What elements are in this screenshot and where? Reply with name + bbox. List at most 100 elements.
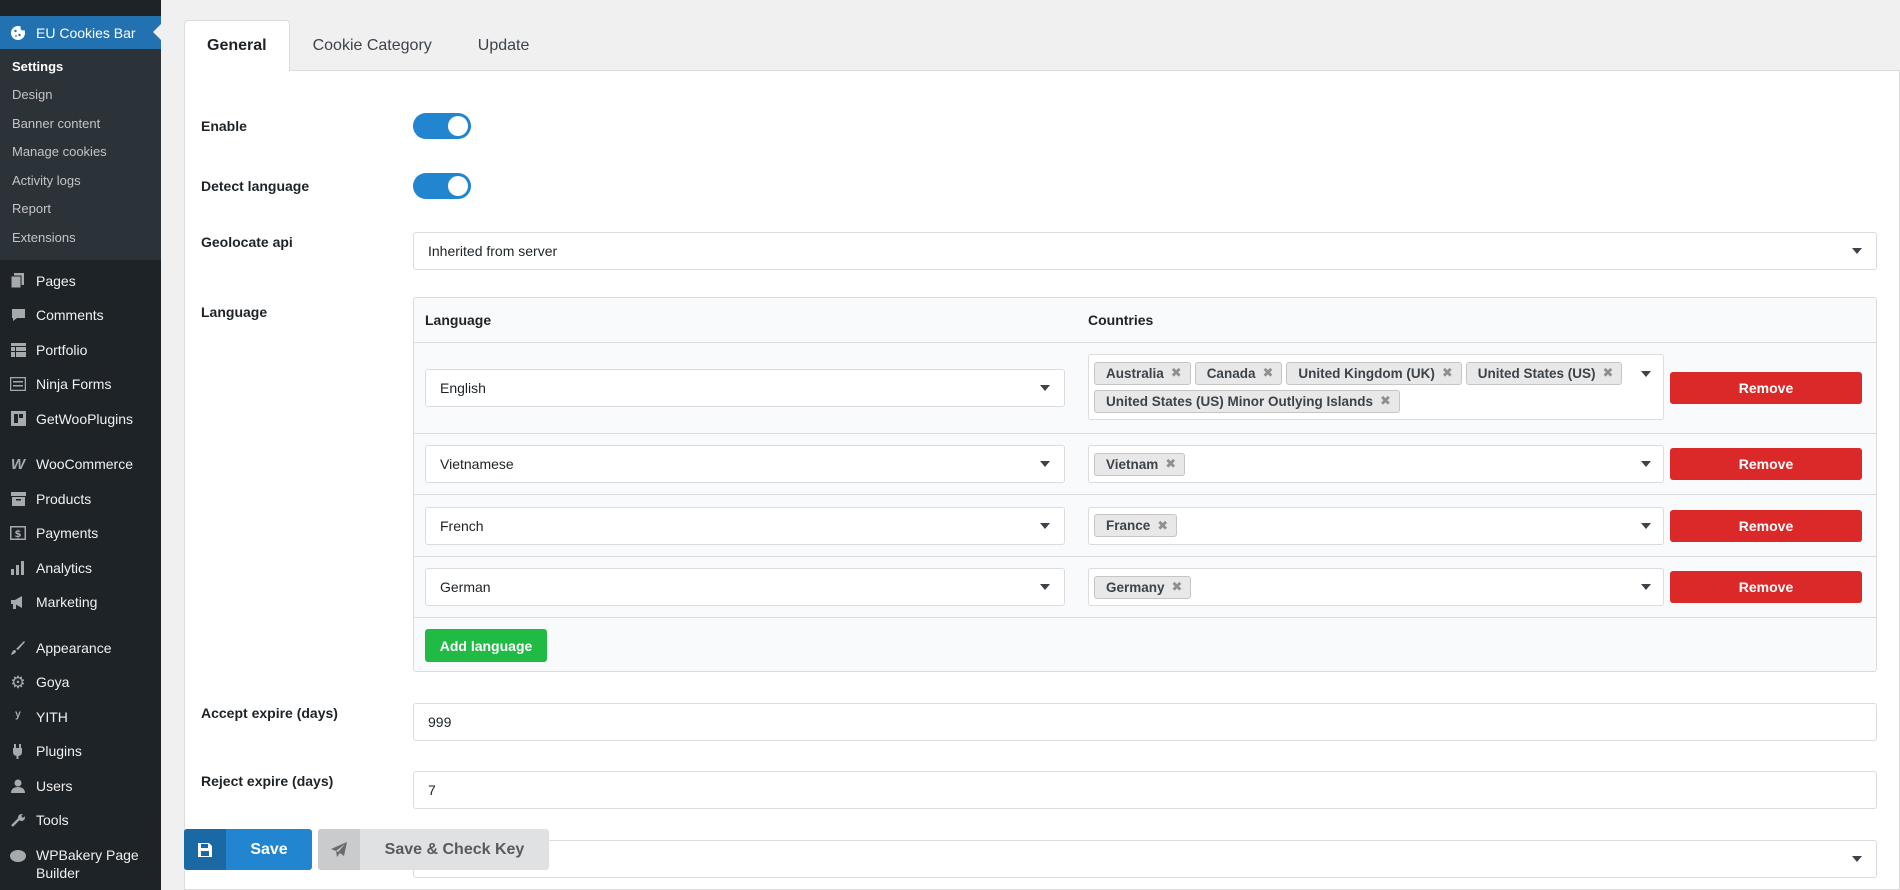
tools-icon xyxy=(10,812,26,828)
save-check-key-button[interactable]: Save & Check Key xyxy=(318,829,549,870)
sidebar-item-ninja-forms[interactable]: Ninja Forms xyxy=(0,367,161,402)
countries-select[interactable]: Vietnam ✖ xyxy=(1088,445,1664,483)
country-chip: Australia ✖ xyxy=(1094,361,1191,385)
close-icon[interactable]: ✖ xyxy=(1442,365,1453,381)
goya-icon: ⚙ xyxy=(10,672,26,692)
marketing-icon xyxy=(10,594,26,610)
reject-expire-label: Reject expire (days) xyxy=(201,773,334,789)
detect-language-label: Detect language xyxy=(201,178,310,194)
chevron-down-icon xyxy=(1641,461,1651,467)
payments-icon: $ xyxy=(10,525,26,541)
chevron-down-icon xyxy=(1852,248,1862,254)
submenu-item-settings[interactable]: Settings xyxy=(0,52,161,81)
sidebar-item-users[interactable]: Users xyxy=(0,769,161,804)
wpbakery-icon xyxy=(10,848,26,864)
chip-label: Vietnam xyxy=(1106,456,1159,472)
plugins-icon xyxy=(10,743,26,759)
language-value: French xyxy=(440,517,484,534)
sidebar-item-comments[interactable]: Comments xyxy=(0,298,161,333)
submenu-item-banner-content[interactable]: Banner content xyxy=(0,109,161,138)
header-language: Language xyxy=(425,312,492,328)
chevron-down-icon xyxy=(1641,584,1651,590)
country-chip: France ✖ xyxy=(1094,514,1178,537)
sidebar-item-plugins[interactable]: Plugins xyxy=(0,734,161,769)
chip-label: Australia xyxy=(1106,365,1164,381)
getwooplugins-icon xyxy=(10,411,26,427)
yith-icon: ʸ xyxy=(15,708,21,726)
products-icon xyxy=(10,491,26,507)
language-select[interactable]: French xyxy=(425,506,1065,545)
close-icon[interactable]: ✖ xyxy=(1165,456,1176,472)
table-row: English Australia ✖ Canada ✖ United Kingdo… xyxy=(414,343,1876,434)
sidebar-item-wpbakery[interactable]: WPBakery Page Builder xyxy=(0,838,161,884)
sidebar-item-goya[interactable]: ⚙ Goya xyxy=(0,665,161,700)
paper-plane-icon xyxy=(318,829,360,870)
close-icon[interactable]: ✖ xyxy=(1603,365,1614,381)
sidebar-item-yith[interactable]: ʸ YITH xyxy=(0,700,161,735)
language-label: Language xyxy=(201,304,268,320)
language-select[interactable]: Vietnamese xyxy=(425,445,1065,483)
sidebar-item-woocommerce[interactable]: W WooCommerce xyxy=(0,447,161,482)
countries-select[interactable]: Germany ✖ xyxy=(1088,568,1664,606)
remove-button[interactable]: Remove xyxy=(1670,448,1862,480)
accept-expire-input[interactable]: 999 xyxy=(413,703,1877,741)
close-icon[interactable]: ✖ xyxy=(1380,393,1391,409)
tab-update[interactable]: Update xyxy=(455,20,553,70)
close-icon[interactable]: ✖ xyxy=(1262,365,1273,381)
language-row: Language xyxy=(201,304,413,320)
chevron-down-icon xyxy=(1040,385,1050,391)
sidebar-item-payments[interactable]: $ Payments xyxy=(0,516,161,551)
language-select[interactable]: English xyxy=(425,369,1065,407)
geolocate-row: Geolocate api Inherited from server xyxy=(201,232,1877,270)
save-check-key-label: Save & Check Key xyxy=(384,840,525,858)
remove-button[interactable]: Remove xyxy=(1670,372,1862,404)
submenu-item-extensions[interactable]: Extensions xyxy=(0,223,161,252)
tab-cookie-category[interactable]: Cookie Category xyxy=(290,20,455,70)
submenu-item-design[interactable]: Design xyxy=(0,81,161,110)
geolocate-select[interactable]: Inherited from server xyxy=(413,232,1877,270)
language-table: Language Countries English Australia ✖ Ca… xyxy=(413,297,1877,672)
close-icon[interactable]: ✖ xyxy=(1157,518,1168,534)
sidebar-menu: Pages Comments Portfolio Ninja Forms Get… xyxy=(0,260,161,884)
language-value: English xyxy=(440,380,486,396)
floppy-disk-icon xyxy=(184,829,226,870)
enable-toggle[interactable] xyxy=(413,113,471,139)
submenu-item-report[interactable]: Report xyxy=(0,195,161,224)
language-table-header: Language Countries xyxy=(414,298,1876,343)
sidebar-item-products[interactable]: Products xyxy=(0,482,161,517)
save-label: Save xyxy=(250,840,288,858)
ninja-forms-icon xyxy=(10,376,26,392)
detect-language-toggle[interactable] xyxy=(413,173,471,199)
language-select[interactable]: German xyxy=(425,568,1065,606)
close-icon[interactable]: ✖ xyxy=(1171,365,1182,381)
close-icon[interactable]: ✖ xyxy=(1172,579,1183,595)
sidebar-item-getwooplugins[interactable]: GetWooPlugins xyxy=(0,402,161,437)
sidebar-item-tools[interactable]: Tools xyxy=(0,803,161,838)
cookie-icon xyxy=(10,25,26,41)
save-button[interactable]: Save xyxy=(184,829,312,870)
sidebar-item-marketing[interactable]: Marketing xyxy=(0,585,161,620)
sidebar-item-analytics[interactable]: Analytics xyxy=(0,551,161,586)
tab-general[interactable]: General xyxy=(184,20,290,71)
chevron-down-icon xyxy=(1040,461,1050,467)
reject-expire-input[interactable]: 7 xyxy=(413,771,1877,809)
countries-select[interactable]: Australia ✖ Canada ✖ United Kingdom (UK) ✖ … xyxy=(1088,354,1664,420)
table-row: French France ✖ Remove xyxy=(414,495,1876,557)
woocommerce-icon: W xyxy=(10,455,26,473)
remove-button[interactable]: Remove xyxy=(1670,509,1862,542)
sidebar-item-pages[interactable]: Pages xyxy=(0,264,161,299)
submenu-item-activity-logs[interactable]: Activity logs xyxy=(0,166,161,195)
admin-sidebar: EU Cookies Bar Settings Design Banner co… xyxy=(0,0,161,890)
extra-setting-select[interactable] xyxy=(413,840,1877,878)
chevron-down-icon xyxy=(1852,856,1862,862)
sidebar-item-eu-cookies-bar[interactable]: EU Cookies Bar xyxy=(0,16,161,49)
remove-button[interactable]: Remove xyxy=(1670,571,1862,603)
add-language-button[interactable]: Add language xyxy=(425,629,547,662)
toggle-knob xyxy=(448,116,468,136)
sidebar-item-portfolio[interactable]: Portfolio xyxy=(0,333,161,368)
sidebar-item-appearance[interactable]: Appearance xyxy=(0,631,161,666)
country-chip: Germany ✖ xyxy=(1094,575,1192,599)
countries-select[interactable]: France ✖ xyxy=(1088,506,1664,545)
chip-label: United States (US) xyxy=(1477,365,1596,381)
submenu-item-manage-cookies[interactable]: Manage cookies xyxy=(0,138,161,167)
